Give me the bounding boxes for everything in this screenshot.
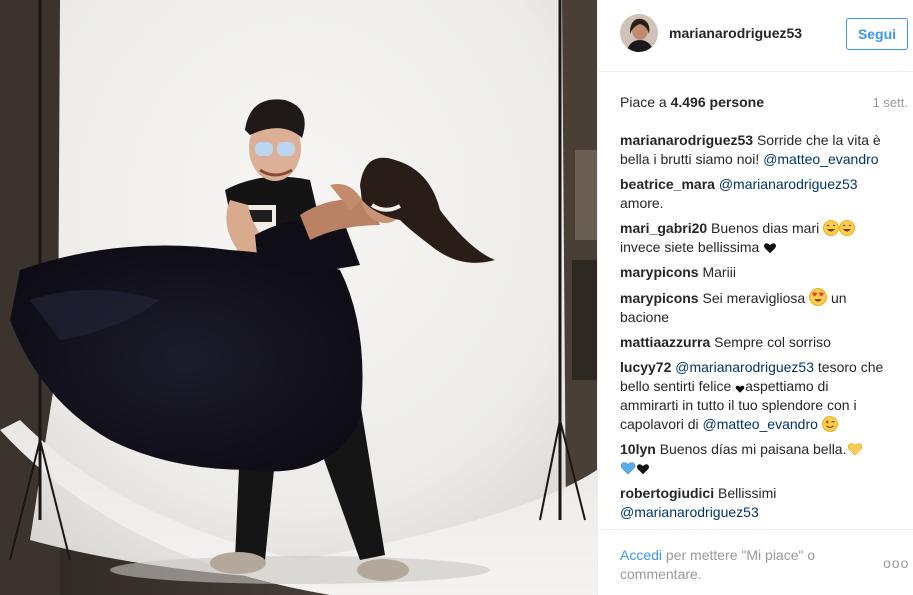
heart-eyes-face-icon bbox=[809, 288, 827, 306]
post-footer: Accedi per mettere "Mi piace" o commenta… bbox=[598, 529, 913, 595]
comment-item: marianarodriguez53 Sorride che la vita è… bbox=[620, 131, 890, 169]
instagram-post-modal: marianarodriguez53 Segui Piace a 4.496 p… bbox=[0, 0, 913, 595]
avatar-image bbox=[620, 14, 658, 52]
likes-count-text: Piace a 4.496 persone bbox=[620, 94, 764, 110]
post-header: marianarodriguez53 Segui bbox=[598, 0, 913, 72]
comment-text: Buenos dias mari bbox=[707, 220, 824, 236]
comment-text: Sei meravigliosa bbox=[698, 290, 810, 306]
comment-mention[interactable]: @marianarodriguez53 bbox=[620, 504, 759, 520]
comment-item: marypicons Sei meravigliosa un bacione bbox=[620, 288, 890, 327]
yellow-heart-icon bbox=[847, 443, 862, 456]
post-photo[interactable] bbox=[0, 0, 597, 595]
comment-username[interactable]: marypicons bbox=[620, 290, 699, 306]
comment-username[interactable]: marianarodriguez53 bbox=[620, 132, 753, 148]
comment-username[interactable]: robertogiudici bbox=[620, 485, 714, 501]
likes-prefix: Piace a bbox=[620, 94, 667, 110]
login-link[interactable]: Accedi bbox=[620, 547, 662, 563]
comment-username[interactable]: lucyy72 bbox=[620, 359, 671, 375]
comment-item: robertogiudici Bellissimi @marianarodrig… bbox=[620, 484, 890, 522]
comment-username[interactable]: beatrice_mara bbox=[620, 176, 715, 192]
comment-mention[interactable]: @marianarodriguez53 bbox=[675, 359, 814, 375]
comment-item: 10lyn Buenos días mi paisana bella. bbox=[620, 440, 890, 478]
comment-item: mari_gabri20 Buenos dias mari invece sie… bbox=[620, 219, 890, 257]
comment-username[interactable]: mattiaazzurra bbox=[620, 334, 710, 350]
black-heart-icon bbox=[636, 464, 650, 475]
comment-text: invece siete bellissima bbox=[620, 239, 764, 255]
comment-username[interactable]: mari_gabri20 bbox=[620, 220, 707, 236]
black-heart-icon bbox=[735, 385, 745, 393]
comment-item: mattiaazzurra Sempre col sorriso bbox=[620, 333, 890, 352]
comment-text: Mariii bbox=[698, 264, 736, 280]
comment-username[interactable]: marypicons bbox=[620, 264, 699, 280]
black-heart-icon bbox=[764, 243, 777, 254]
avatar[interactable] bbox=[620, 14, 658, 52]
comment-text: amore. bbox=[620, 195, 664, 211]
comment-item: beatrice_mara @marianarodriguez53 amore. bbox=[620, 175, 890, 213]
comment-item: marypicons Mariii bbox=[620, 263, 890, 282]
comment-text: Sempre col sorriso bbox=[710, 334, 831, 350]
winking-face-icon bbox=[821, 416, 838, 432]
comment-text: Buenos días mi paisana bella. bbox=[655, 441, 847, 457]
login-prompt: Accedi per mettere "Mi piace" o commenta… bbox=[620, 546, 855, 584]
likes-count[interactable]: 4.496 bbox=[671, 94, 706, 110]
more-options-icon[interactable]: ooo bbox=[883, 555, 909, 571]
grinning-face-icon bbox=[823, 220, 840, 236]
post-sidebar: marianarodriguez53 Segui Piace a 4.496 p… bbox=[597, 0, 913, 595]
comment-mention[interactable]: @matteo_evandro bbox=[703, 416, 818, 432]
post-author-username[interactable]: marianarodriguez53 bbox=[669, 25, 802, 41]
post-photo-image bbox=[0, 0, 597, 595]
comment-item: lucyy72 @marianarodriguez53 tesoro che b… bbox=[620, 358, 890, 434]
comment-mention[interactable]: @marianarodriguez53 bbox=[719, 176, 858, 192]
grinning-face-icon bbox=[839, 220, 856, 236]
likes-suffix[interactable]: persone bbox=[710, 94, 764, 110]
likes-row: Piace a 4.496 persone 1 sett. bbox=[620, 94, 908, 114]
follow-button[interactable]: Segui bbox=[846, 18, 908, 50]
comments-list: marianarodriguez53 Sorride che la vita è… bbox=[620, 131, 890, 529]
comment-text: Bellissimi bbox=[714, 485, 777, 501]
comment-username[interactable]: 10lyn bbox=[620, 441, 656, 457]
blue-heart-icon bbox=[620, 462, 636, 475]
comment-mention[interactable]: @matteo_evandro bbox=[763, 151, 878, 167]
post-timestamp[interactable]: 1 sett. bbox=[873, 95, 908, 110]
